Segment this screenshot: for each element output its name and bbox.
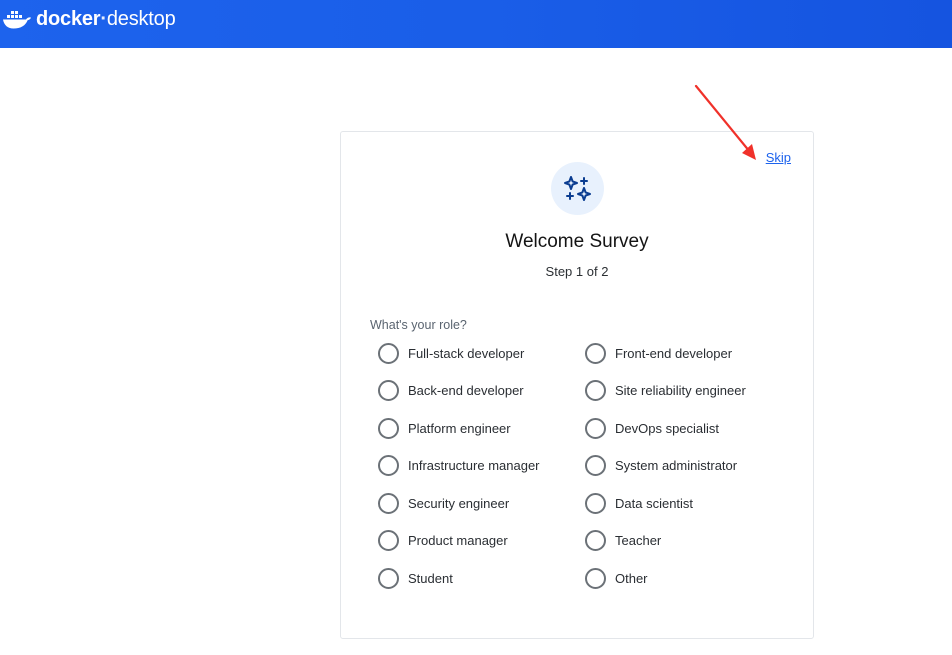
role-option-label: Teacher bbox=[615, 533, 662, 548]
brand-wordmark: docker·desktop bbox=[36, 7, 176, 30]
radio-button[interactable] bbox=[585, 380, 606, 401]
docker-whale-icon bbox=[3, 11, 31, 29]
radio-button[interactable] bbox=[378, 567, 399, 589]
role-option-label: Product manager bbox=[408, 533, 508, 548]
role-option[interactable]: Data scientist bbox=[585, 491, 693, 515]
role-option[interactable]: Full-stack developer bbox=[378, 341, 524, 365]
role-option-label: Student bbox=[408, 570, 453, 586]
docker-desktop-logo: docker·desktop bbox=[2, 6, 176, 32]
role-option-label: DevOps specialist bbox=[615, 420, 720, 436]
role-option-label: Infrastructure manager bbox=[408, 458, 540, 473]
radio-button[interactable] bbox=[378, 417, 399, 439]
radio-button[interactable] bbox=[378, 380, 399, 401]
role-option-label: Full-stack developer bbox=[408, 345, 525, 361]
role-option[interactable]: DevOps specialist bbox=[585, 416, 719, 440]
sparkles-badge bbox=[551, 162, 604, 215]
role-option[interactable]: Site reliability engineer bbox=[585, 379, 746, 403]
radio-button[interactable] bbox=[585, 530, 606, 551]
survey-title: Welcome Survey bbox=[505, 231, 649, 252]
role-option-label: Other bbox=[615, 570, 648, 586]
role-question: What's your role? bbox=[370, 318, 467, 332]
role-option[interactable]: System administrator bbox=[585, 454, 737, 478]
radio-button[interactable] bbox=[585, 492, 606, 514]
radio-button[interactable] bbox=[378, 492, 399, 514]
role-option-label: Site reliability engineer bbox=[615, 383, 746, 398]
radio-button[interactable] bbox=[378, 530, 399, 551]
role-option[interactable]: Back-end developer bbox=[378, 379, 524, 403]
role-option[interactable]: Student bbox=[378, 566, 453, 590]
role-option[interactable]: Other bbox=[585, 566, 648, 590]
radio-button[interactable] bbox=[585, 455, 606, 476]
radio-button[interactable] bbox=[378, 342, 399, 364]
skip-link[interactable]: Skip bbox=[766, 150, 791, 165]
radio-button[interactable] bbox=[378, 455, 399, 476]
radio-button[interactable] bbox=[585, 417, 606, 439]
sparkles-icon bbox=[563, 175, 591, 201]
role-option[interactable]: Front-end developer bbox=[585, 341, 732, 365]
role-option-label: Data scientist bbox=[615, 495, 694, 511]
role-option[interactable]: Product manager bbox=[378, 529, 508, 553]
role-option[interactable]: Teacher bbox=[585, 529, 661, 553]
role-option-label: System administrator bbox=[615, 458, 738, 473]
role-option-label: Back-end developer bbox=[408, 383, 524, 398]
welcome-survey-card: Skip Welcome Survey Step 1 of 2 What's y… bbox=[340, 131, 814, 639]
radio-button[interactable] bbox=[585, 567, 606, 589]
role-option[interactable]: Platform engineer bbox=[378, 416, 511, 440]
brand-wordmark-bold: docker bbox=[36, 7, 101, 30]
brand-wordmark-light: desktop bbox=[106, 7, 176, 30]
role-option-label: Front-end developer bbox=[615, 345, 733, 361]
role-option-label: Security engineer bbox=[408, 495, 510, 511]
role-option-label: Platform engineer bbox=[408, 420, 511, 436]
role-option[interactable]: Infrastructure manager bbox=[378, 454, 540, 478]
role-option[interactable]: Security engineer bbox=[378, 491, 509, 515]
step-indicator: Step 1 of 2 bbox=[545, 264, 609, 279]
top-bar: docker·desktop bbox=[0, 0, 952, 48]
radio-button[interactable] bbox=[585, 342, 606, 364]
